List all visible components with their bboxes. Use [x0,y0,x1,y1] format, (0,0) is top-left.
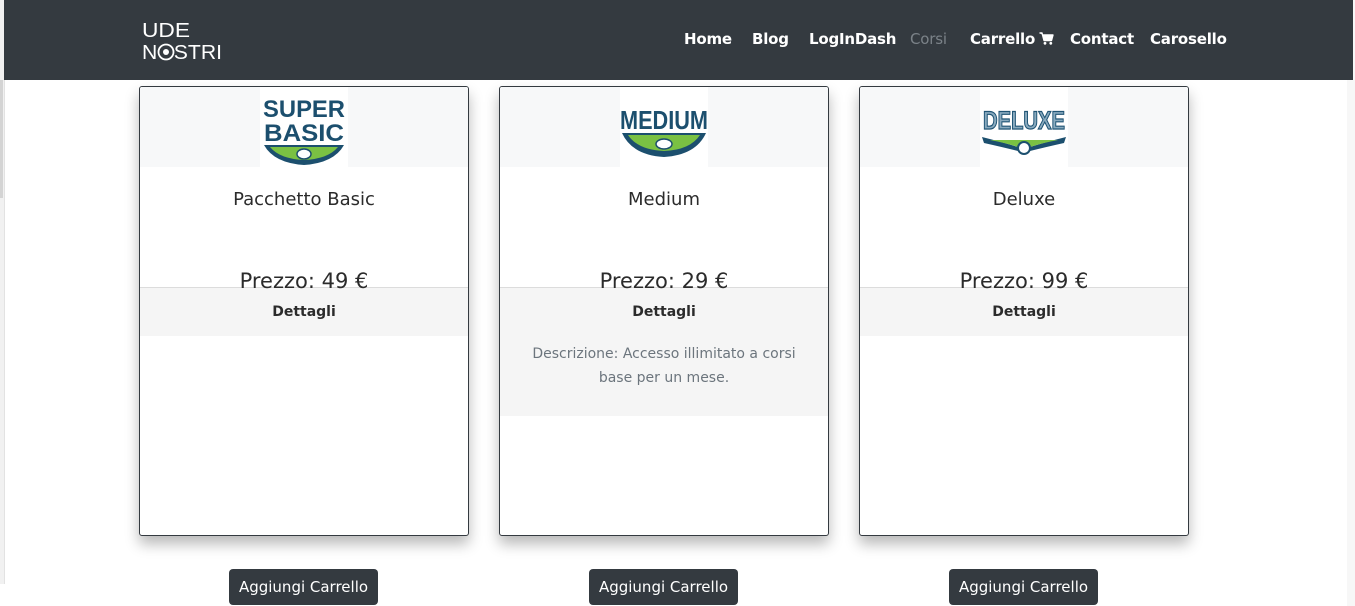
nav-corsi[interactable]: Corsi [910,30,947,48]
product-card-basic: SUPER BASIC Pacchetto Basic Prezzo: 49 €… [139,86,469,536]
nav-home[interactable]: Home [684,30,732,48]
card-price: Prezzo: 99 € [959,269,1089,293]
page-right-edge [1347,0,1355,606]
nav-menu: Home Blog LogInDash Corsi Carrello Conta… [4,0,1353,80]
logo-container: DELUXE DELUXE [980,87,1068,167]
details-toggle[interactable]: Dettagli [860,304,1188,320]
nav-carosello[interactable]: Carosello [1150,30,1227,48]
nav-logindash[interactable]: LogInDash [809,30,896,48]
card-description: Descrizione: Accesso illimitato a corsi … [532,346,796,386]
card-title: Pacchetto Basic [233,189,375,210]
product-card-deluxe: DELUXE DELUXE Deluxe Prezzo: 99 € Dettag… [859,86,1189,536]
nav-contact[interactable]: Contact [1070,30,1134,48]
card-image-area: DELUXE DELUXE [860,87,1188,167]
details-toggle[interactable]: Dettagli [140,304,468,320]
logo-line1: MEDIUM [620,105,708,135]
card-price: Prezzo: 29 € [599,269,729,293]
super-basic-logo: SUPER BASIC [263,96,345,165]
card-image-area: MEDIUM [500,87,828,167]
card-image-area: SUPER BASIC [140,87,468,167]
add-to-cart-button-basic[interactable]: Aggiungi Carrello [229,569,378,605]
nav-carrello[interactable]: Carrello [970,30,1054,48]
details-toggle[interactable]: Dettagli [500,304,828,320]
logo-container: MEDIUM [620,87,708,167]
medium-logo: MEDIUM [620,105,708,157]
nav-carrello-label: Carrello [970,30,1036,48]
card-title: Medium [628,189,700,210]
nav-blog[interactable]: Blog [752,30,789,48]
add-to-cart-button-deluxe[interactable]: Aggiungi Carrello [949,569,1098,605]
navbar: UDE NOSTRI Home Blog LogInDash Corsi Car… [4,0,1353,80]
logo-line2: BASIC [264,120,344,147]
card-title: Deluxe [992,189,1056,210]
page-left-tick [0,80,3,198]
product-card-medium: MEDIUM Medium Prezzo: 29 € Dettagli Desc… [499,86,829,536]
deluxe-logo: DELUXE DELUXE [982,106,1066,155]
add-to-cart-button-medium[interactable]: Aggiungi Carrello [589,569,738,605]
logo-line1-shade: DELUXE [983,107,1065,135]
logo-line1: SUPER [263,96,345,123]
card-price: Prezzo: 49 € [239,269,369,293]
cart-icon [1039,32,1054,45]
logo-container: SUPER BASIC [260,87,348,167]
